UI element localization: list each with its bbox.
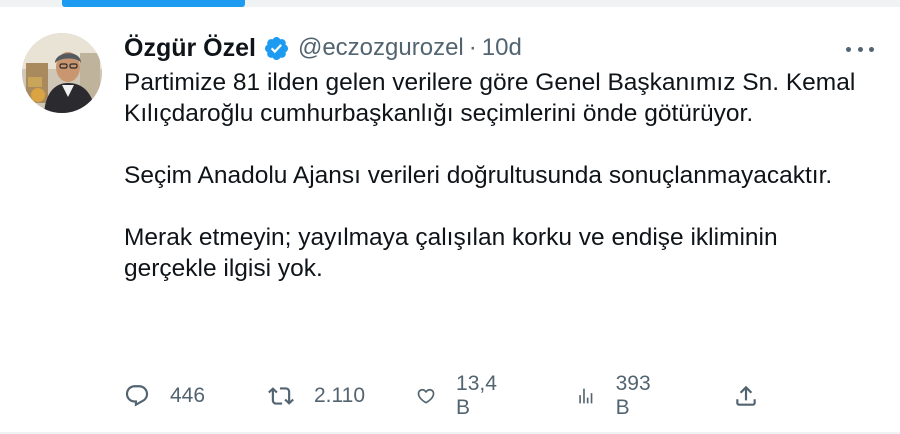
tweet-card: Özgür Özel @eczozgurozel · 10d Partimize… <box>0 0 900 434</box>
heart-icon <box>417 388 435 404</box>
dot <box>846 46 851 52</box>
avatar[interactable] <box>22 33 102 113</box>
like-button[interactable]: 13,4 B <box>416 372 503 419</box>
retweet-button[interactable]: 2.110 <box>268 378 365 414</box>
tweet-paragraph: Merak etmeyin; yayılmaya çalışılan korku… <box>124 224 778 282</box>
share-button[interactable] <box>733 378 759 414</box>
more-options-icon[interactable] <box>842 37 878 61</box>
reply-button[interactable]: 446 <box>124 378 205 414</box>
avatar-photo <box>22 33 102 113</box>
retweet-count: 2.110 <box>314 384 365 407</box>
dot <box>857 46 863 52</box>
tweet-header: Özgür Özel @eczozgurozel · 10d <box>124 33 522 63</box>
author-name[interactable]: Özgür Özel <box>124 34 256 63</box>
views-count: 393 B <box>615 372 651 419</box>
tweet-paragraph: Seçim Anadolu Ajansı verileri doğrultusu… <box>124 162 833 189</box>
header-separator: · <box>468 34 477 61</box>
retweet-icon <box>268 387 294 405</box>
tweet-text: Partimize 81 ilden gelen verilere göre G… <box>124 67 864 284</box>
tweet-timestamp[interactable]: 10d <box>482 34 522 62</box>
active-tab-indicator <box>62 0 245 7</box>
share-icon <box>736 385 756 406</box>
tweet-paragraph: Partimize 81 ilden gelen verilere göre G… <box>124 69 856 127</box>
reply-icon <box>125 385 149 407</box>
reply-count: 446 <box>170 384 206 407</box>
verified-badge-icon <box>263 35 290 62</box>
dot <box>869 46 874 52</box>
views-button[interactable]: 393 B <box>576 372 657 419</box>
views-icon <box>579 388 593 404</box>
like-count: 13,4 B <box>456 372 497 419</box>
author-handle[interactable]: @eczozgurozel <box>298 34 464 62</box>
